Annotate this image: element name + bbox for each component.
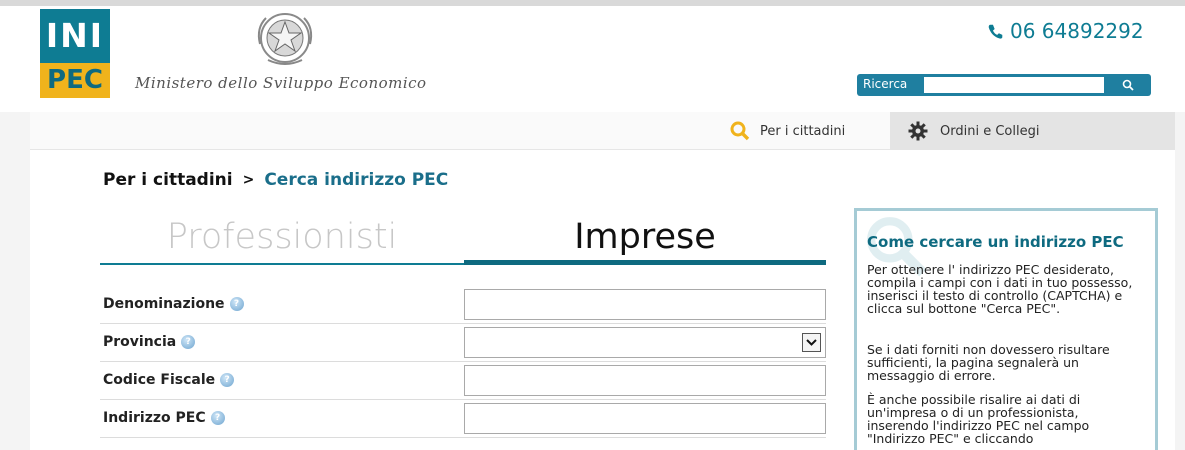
form-row-codice-fiscale: Codice Fiscale ? [100, 362, 826, 400]
search-label: Ricerca [863, 77, 908, 91]
search-box: Ricerca [857, 74, 1151, 96]
breadcrumb-item-cittadini[interactable]: Per i cittadini [103, 170, 233, 190]
tab-imprese[interactable]: Imprese [464, 210, 826, 265]
logo-ini[interactable]: INI [40, 9, 110, 63]
provincia-label-text: Provincia [103, 334, 177, 350]
codice-fiscale-label-text: Codice Fiscale [103, 372, 216, 388]
gear-icon [908, 121, 928, 141]
denominazione-label: Denominazione ? [103, 296, 244, 312]
denominazione-field[interactable] [464, 289, 826, 320]
ministry-name: Ministero dello Sviluppo Economico [135, 74, 427, 92]
search-input[interactable] [924, 77, 1104, 93]
indirizzo-pec-label: Indirizzo PEC ? [103, 410, 225, 426]
help-icon[interactable]: ? [210, 411, 225, 425]
provincia-label: Provincia ? [103, 334, 196, 350]
breadcrumb-item-cerca-pec[interactable]: Cerca indirizzo PEC [264, 170, 448, 190]
nav-tab-cittadini-label: Per i cittadini [760, 123, 846, 139]
header-top-bar [0, 0, 1185, 6]
breadcrumb-separator: > [242, 172, 255, 188]
search-button[interactable] [1110, 77, 1146, 93]
nav-tab-ordini-label: Ordini e Collegi [940, 123, 1040, 139]
form-row-denominazione: Denominazione ? [100, 286, 826, 324]
phone-contact[interactable]: 06 64892292 [987, 19, 1144, 43]
indirizzo-pec-field[interactable] [464, 403, 826, 434]
nav-tab-per-i-cittadini[interactable]: Per i cittadini [690, 112, 920, 150]
phone-icon [988, 24, 1003, 39]
nav-tab-ordini-e-collegi[interactable]: Ordini e Collegi [890, 112, 1175, 150]
tab-professionisti[interactable]: Professionisti [100, 210, 464, 265]
logo-pec[interactable]: PEC [40, 63, 110, 98]
help-icon[interactable]: ? [181, 335, 196, 349]
main-content: Per i cittadini > Cerca indirizzo PEC Pr… [30, 150, 1175, 450]
help-box: Come cercare un indirizzo PEC Per ottene… [854, 208, 1158, 450]
help-paragraph-3: È anche possibile risalire ai dati di un… [867, 392, 1090, 446]
magnifier-icon [730, 121, 750, 141]
phone-number: 06 64892292 [1010, 19, 1144, 43]
help-icon[interactable]: ? [220, 373, 235, 387]
site-header: INI PEC Ministero dello Sviluppo Economi… [0, 0, 1185, 112]
codice-fiscale-label: Codice Fiscale ? [103, 372, 235, 388]
chevron-down-icon[interactable] [802, 333, 821, 352]
help-title: Come cercare un indirizzo PEC [867, 233, 1124, 251]
provincia-select[interactable] [464, 327, 826, 358]
codice-fiscale-field[interactable] [464, 365, 826, 396]
help-icon[interactable]: ? [229, 297, 244, 311]
form-row-indirizzo-pec: Indirizzo PEC ? [100, 400, 826, 438]
breadcrumb: Per i cittadini > Cerca indirizzo PEC [103, 170, 448, 190]
italian-emblem-icon [257, 13, 313, 65]
search-icon [1122, 79, 1134, 91]
main-nav: Per i cittadini Ordini e Collegi [30, 112, 1175, 150]
form-row-provincia: Provincia ? [100, 324, 826, 362]
denominazione-label-text: Denominazione [103, 296, 225, 312]
indirizzo-pec-label-text: Indirizzo PEC [103, 410, 206, 426]
help-paragraph-1: Per ottenere l' indirizzo PEC desiderato… [867, 262, 1133, 316]
help-paragraph-2: Se i dati forniti non dovessero risultar… [867, 342, 1110, 383]
